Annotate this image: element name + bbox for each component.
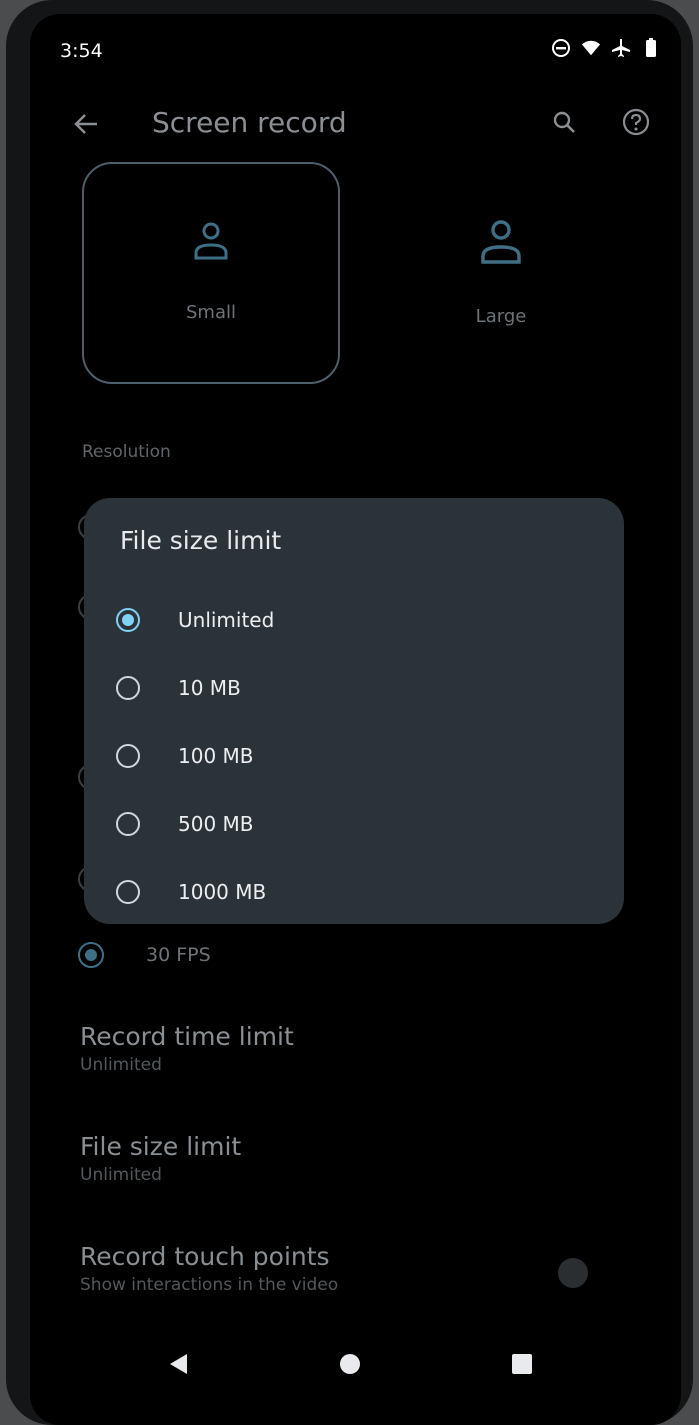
file-size-limit-dialog: File size limit Unlimited 10 MB 100 MB 5… (84, 498, 624, 924)
radio-button-checked[interactable] (116, 608, 140, 632)
option-label: 500 MB (178, 812, 254, 836)
option-100mb[interactable]: 100 MB (116, 732, 254, 780)
fps-option-30[interactable]: 30 FPS (78, 942, 211, 968)
option-label: 1000 MB (178, 880, 267, 904)
record-time-limit-value: Unlimited (80, 1055, 162, 1075)
size-option-label: Large (475, 306, 527, 327)
help-button[interactable] (614, 100, 658, 144)
option-unlimited[interactable]: Unlimited (116, 596, 274, 644)
size-option-large[interactable]: Large (374, 162, 628, 380)
option-label: Unlimited (178, 608, 275, 632)
file-size-limit-title: File size limit (80, 1132, 242, 1161)
nav-back-button[interactable] (160, 1346, 196, 1382)
radio-button[interactable] (116, 812, 140, 836)
option-10mb[interactable]: 10 MB (116, 664, 241, 712)
fps-label: 30 FPS (146, 944, 211, 966)
square-recents-icon (512, 1354, 532, 1374)
airplane-icon (611, 38, 631, 58)
dialog-title: File size limit (120, 526, 282, 555)
radio-button[interactable] (116, 676, 140, 700)
record-time-limit-item[interactable]: Record time limit Unlimited (80, 1022, 294, 1075)
arrow-left-icon (74, 114, 97, 134)
radio-button-checked[interactable] (78, 942, 104, 968)
person-icon (481, 220, 521, 264)
person-icon (194, 222, 228, 260)
file-size-limit-value: Unlimited (80, 1165, 162, 1185)
back-button[interactable] (66, 104, 106, 144)
radio-button[interactable] (116, 744, 140, 768)
search-button[interactable] (542, 100, 586, 144)
size-option-label: Small (186, 302, 236, 323)
battery-icon (641, 38, 661, 58)
file-size-limit-item[interactable]: File size limit Unlimited (80, 1132, 241, 1185)
screen: 3:54 Screen record Small Large Resolutio… (30, 14, 681, 1425)
triangle-back-icon (170, 1354, 187, 1374)
circle-home-icon (340, 1354, 360, 1374)
record-touch-points-toggle[interactable] (558, 1258, 588, 1288)
status-time: 3:54 (60, 40, 103, 62)
phone-frame: 3:54 Screen record Small Large Resolutio… (6, 0, 693, 1425)
page-title: Screen record (152, 106, 347, 139)
record-time-limit-title: Record time limit (80, 1022, 294, 1051)
wifi-icon (581, 38, 601, 58)
record-touch-points-text: Record touch points Show interactions in… (80, 1242, 338, 1295)
help-icon (622, 108, 650, 136)
record-touch-points-item[interactable]: Record touch points Show interactions in… (66, 1232, 616, 1306)
record-touch-points-title: Record touch points (80, 1242, 330, 1271)
app-bar: Screen record (30, 94, 681, 150)
navigation-bar (30, 1334, 681, 1394)
search-icon (553, 111, 575, 133)
option-label: 10 MB (178, 676, 241, 700)
nav-home-button[interactable] (332, 1346, 368, 1382)
radio-button[interactable] (116, 880, 140, 904)
option-label: 100 MB (178, 744, 254, 768)
record-touch-points-subtitle: Show interactions in the video (80, 1275, 339, 1295)
option-1000mb[interactable]: 1000 MB (116, 868, 266, 916)
option-500mb[interactable]: 500 MB (116, 800, 254, 848)
nav-recents-button[interactable] (504, 1346, 540, 1382)
status-icons (551, 38, 661, 58)
do-not-disturb-icon (551, 38, 571, 58)
resolution-label: Resolution (82, 442, 171, 462)
size-option-small[interactable]: Small (82, 162, 340, 384)
